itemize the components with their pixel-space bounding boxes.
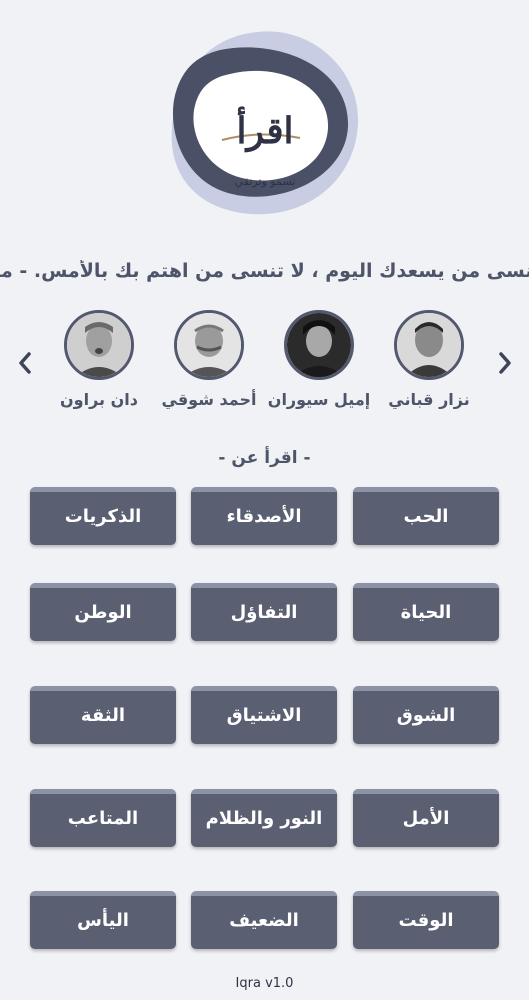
app-logo: اقرأ تسمو وترتقي bbox=[160, 28, 370, 218]
topics-heading: - اقرأ عن - bbox=[218, 448, 311, 468]
topic-button-optimism[interactable]: التفاؤل bbox=[191, 583, 337, 641]
chevron-left-icon bbox=[19, 352, 31, 374]
logo-tagline: تسمو وترتقي bbox=[234, 175, 296, 188]
portrait-icon bbox=[67, 313, 131, 377]
author-card-dan-brown[interactable]: دان براون bbox=[39, 310, 159, 409]
author-name: نزار قباني bbox=[388, 390, 470, 409]
topic-button-love[interactable]: الحب bbox=[353, 487, 499, 545]
topic-button-light-and-darkness[interactable]: النور والظلام bbox=[191, 789, 337, 847]
quote-marquee: لا تنسى من يسعدك اليوم ، لا تنسى من اهتم… bbox=[0, 260, 529, 282]
portrait-icon bbox=[287, 313, 351, 377]
topic-button-friends[interactable]: الأصدقاء bbox=[191, 487, 337, 545]
quote-text: لا تنسى من يسعدك اليوم ، لا تنسى من اهتم… bbox=[0, 260, 529, 282]
author-photo bbox=[64, 310, 134, 380]
author-name: أحمد شوقي bbox=[161, 390, 257, 409]
topic-button-despair[interactable]: اليأس bbox=[30, 891, 176, 949]
author-photo bbox=[174, 310, 244, 380]
app-version: Iqra v1.0 bbox=[235, 976, 294, 991]
topic-button-time[interactable]: الوقت bbox=[353, 891, 499, 949]
carousel-prev-button[interactable] bbox=[16, 348, 34, 378]
portrait-icon bbox=[177, 313, 241, 377]
portrait-icon bbox=[397, 313, 461, 377]
topic-button-confidence[interactable]: الثقة bbox=[30, 686, 176, 744]
topic-button-memories[interactable]: الذكريات bbox=[30, 487, 176, 545]
topic-button-life[interactable]: الحياة bbox=[353, 583, 499, 641]
topic-button-the-weak[interactable]: الضعيف bbox=[191, 891, 337, 949]
logo-title: اقرأ bbox=[236, 110, 294, 152]
topic-button-hope[interactable]: الأمل bbox=[353, 789, 499, 847]
author-card-emil-cioran[interactable]: إميل سيوران bbox=[259, 310, 379, 409]
topic-button-yearning[interactable]: الاشتياق bbox=[191, 686, 337, 744]
topic-button-homeland[interactable]: الوطن bbox=[30, 583, 176, 641]
author-photo bbox=[394, 310, 464, 380]
chevron-right-icon bbox=[499, 352, 511, 374]
topic-button-longing[interactable]: الشوق bbox=[353, 686, 499, 744]
author-card-nizar-qabbani[interactable]: نزار قباني bbox=[369, 310, 489, 409]
topic-button-troubles[interactable]: المتاعب bbox=[30, 789, 176, 847]
author-name: إميل سيوران bbox=[267, 390, 371, 409]
author-photo bbox=[284, 310, 354, 380]
author-card-ahmed-shawqi[interactable]: أحمد شوقي bbox=[149, 310, 269, 409]
author-name: دان براون bbox=[60, 390, 138, 409]
carousel-next-button[interactable] bbox=[496, 348, 514, 378]
